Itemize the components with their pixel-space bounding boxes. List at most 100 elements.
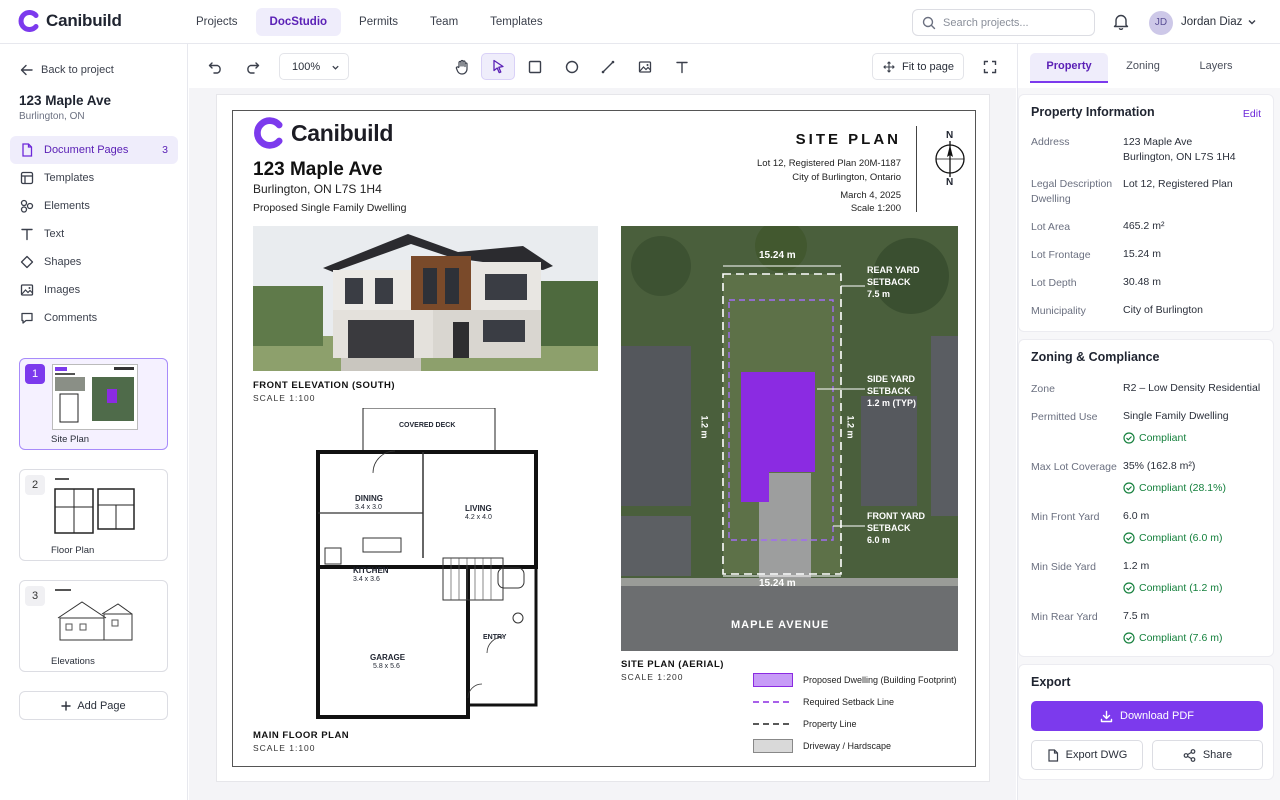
- sidebar-item-label: Shapes: [44, 256, 82, 268]
- sidebar-item-comments[interactable]: Comments: [10, 304, 178, 332]
- sidebar-item-label: Templates: [44, 172, 95, 184]
- page-label: Elevations: [51, 656, 95, 667]
- zoning-label-coverage: Max Lot Coverage: [1031, 461, 1117, 473]
- fullscreen-icon: [983, 60, 997, 73]
- undo-icon: [208, 61, 221, 74]
- prop-label-municipality: Municipality: [1031, 305, 1086, 317]
- sheet-city: Burlington, ON L7S 1H4: [253, 182, 382, 196]
- rectangle-icon: [528, 60, 542, 73]
- add-page-button[interactable]: Add Page: [19, 691, 168, 720]
- nav-docstudio[interactable]: DocStudio: [255, 8, 342, 36]
- room-label-garage: GARAGE: [370, 653, 406, 662]
- export-dwg-label: Export DWG: [1065, 749, 1128, 761]
- app-logo[interactable]: Canibuild: [18, 10, 122, 32]
- undo-button[interactable]: [198, 53, 232, 80]
- circle-tool-button[interactable]: [555, 53, 589, 80]
- legend-swatch-property-line: [753, 723, 793, 725]
- editor-toolbar: 100% Fit to page: [189, 44, 1016, 88]
- aerial-frontage-label: 15.24 m: [759, 250, 796, 261]
- fit-to-page-button[interactable]: Fit to page: [872, 53, 964, 80]
- share-button[interactable]: Share: [1152, 740, 1263, 770]
- nav-projects[interactable]: Projects: [182, 8, 252, 36]
- fullscreen-button[interactable]: [973, 53, 1007, 80]
- sheet-address: 123 Maple Ave: [253, 159, 383, 180]
- room-dims-living: 4.2 x 4.0: [465, 514, 492, 521]
- sidebar-item-label: Images: [44, 284, 81, 296]
- download-pdf-button[interactable]: Download PDF: [1031, 701, 1263, 731]
- search-input[interactable]: [943, 15, 1088, 31]
- zoning-value-use: Single Family Dwelling: [1123, 410, 1229, 422]
- aerial-frontage-label-bottom: 15.24 m: [759, 578, 796, 589]
- back-to-project-link[interactable]: Back to project: [20, 64, 114, 76]
- select-tool-button[interactable]: [481, 53, 515, 80]
- export-dwg-button[interactable]: Export DWG: [1031, 740, 1143, 770]
- rectangle-tool-button[interactable]: [518, 53, 552, 80]
- nav-templates[interactable]: Templates: [476, 8, 556, 36]
- room-dims-dining: 3.4 x 3.0: [355, 504, 382, 511]
- image-tool-button[interactable]: [628, 53, 662, 80]
- page-label: Floor Plan: [51, 545, 95, 556]
- tab-property[interactable]: Property: [1030, 53, 1108, 83]
- legend-label: Proposed Dwelling (Building Footprint): [803, 675, 957, 685]
- hand-tool-button[interactable]: [445, 53, 479, 80]
- legend-item: Proposed Dwelling (Building Footprint): [753, 669, 957, 691]
- chevron-down-icon[interactable]: [1247, 17, 1257, 27]
- sidebar-item-images[interactable]: Images: [10, 276, 178, 304]
- prop-value-legal: Lot 12, Registered Plan: [1123, 178, 1233, 190]
- page-thumbnail-2[interactable]: 2 Floor Plan: [19, 469, 168, 561]
- comment-icon: [21, 312, 33, 324]
- nav-team[interactable]: Team: [416, 8, 472, 36]
- bell-icon[interactable]: [1113, 13, 1129, 30]
- site-plan-thumbnail-image: [52, 364, 138, 430]
- project-location: Burlington, ON: [19, 111, 85, 122]
- aerial-scale: SCALE 1:200: [621, 672, 684, 682]
- page-thumbnail-1[interactable]: 1 Site Plan: [19, 358, 168, 450]
- zoning-value-coverage: 35% (162.8 m²): [1123, 460, 1196, 472]
- aerial-caption: SITE PLAN (AERIAL): [621, 659, 724, 670]
- room-label-dining: DINING: [355, 494, 383, 503]
- rear-setback-line3: 7.5 m: [867, 289, 891, 299]
- line-tool-button[interactable]: [591, 53, 625, 80]
- property-info-title: Property Information: [1031, 105, 1155, 119]
- document-page[interactable]: Canibuild 123 Maple Ave Burlington, ON L…: [216, 94, 990, 782]
- fit-label: Fit to page: [902, 61, 954, 73]
- tab-layers[interactable]: Layers: [1183, 53, 1249, 83]
- text-tool-button[interactable]: [665, 53, 699, 80]
- status-badge: Compliant (6.0 m): [1123, 532, 1222, 544]
- sidebar-item-document-pages[interactable]: Document Pages 3: [10, 136, 178, 164]
- export-card: Export Download PDF Export DWG Share: [1018, 664, 1274, 780]
- redo-icon: [246, 61, 259, 74]
- zoning-value-rear-yard: 7.5 m: [1123, 610, 1150, 622]
- right-panel: Property Zoning Layers Property Informat…: [1017, 44, 1280, 800]
- zoom-select[interactable]: 100%: [279, 53, 349, 80]
- room-dims-garage: 5.8 x 5.6: [373, 663, 400, 670]
- avatar[interactable]: JD: [1149, 11, 1173, 35]
- status-badge: Compliant (28.1%): [1123, 482, 1226, 494]
- prop-label-legal-2: Dwelling: [1031, 193, 1071, 205]
- prop-label-address: Address: [1031, 136, 1070, 148]
- tab-zoning[interactable]: Zoning: [1108, 53, 1178, 83]
- sidebar-item-elements[interactable]: Elements: [10, 192, 178, 220]
- page-thumbnail-3[interactable]: 3 Elevations: [19, 580, 168, 672]
- legend-label: Required Setback Line: [803, 697, 895, 707]
- nav-permits[interactable]: Permits: [345, 8, 412, 36]
- sheet-description: Proposed Single Family Dwelling: [253, 202, 407, 214]
- sidebar-item-shapes[interactable]: Shapes: [10, 248, 178, 276]
- document-canvas[interactable]: Canibuild 123 Maple Ave Burlington, ON L…: [189, 88, 1016, 800]
- legend-item: Driveway / Hardscape: [753, 735, 957, 757]
- user-name[interactable]: Jordan Diaz: [1181, 16, 1242, 28]
- zoning-label-front-yard: Min Front Yard: [1031, 511, 1100, 523]
- prop-label-frontage: Lot Frontage: [1031, 249, 1091, 261]
- search-icon: [922, 16, 936, 30]
- sidebar-item-templates[interactable]: Templates: [10, 164, 178, 192]
- legend-swatch-footprint: [753, 673, 793, 687]
- elevation-caption: FRONT ELEVATION (SOUTH): [253, 380, 396, 391]
- legend-item: Required Setback Line: [753, 691, 957, 713]
- redo-button[interactable]: [235, 53, 269, 80]
- room-label-entry: ENTRY: [483, 634, 507, 641]
- legend-swatch-setback: [753, 701, 793, 703]
- sidebar-item-text[interactable]: Text: [10, 220, 178, 248]
- edit-link[interactable]: Edit: [1243, 108, 1261, 120]
- aerial-site-plan-image: 15.24 m 15.24 m REAR YARD SETBACK 7.5 m SI…: [621, 226, 958, 651]
- share-icon: [1183, 748, 1196, 762]
